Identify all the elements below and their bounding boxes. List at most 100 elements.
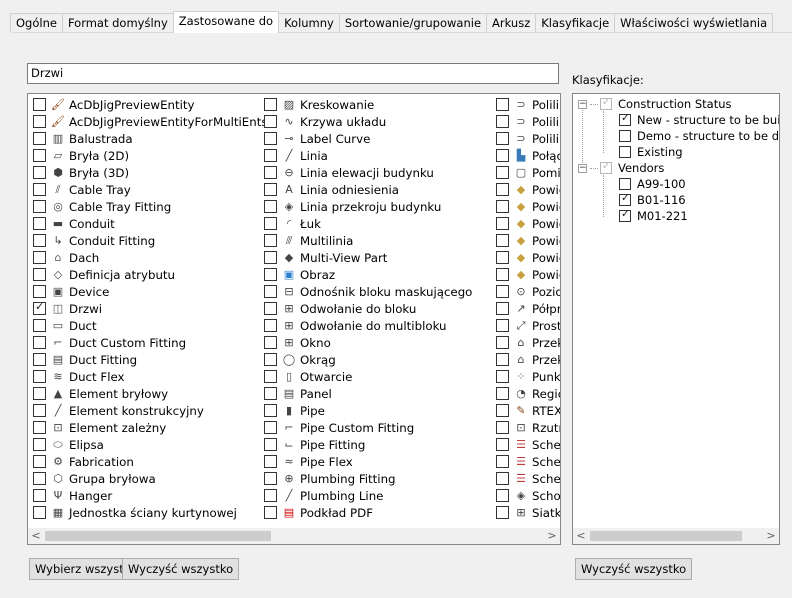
tree-checkbox[interactable] [600, 96, 612, 110]
item-checkbox[interactable] [33, 132, 46, 145]
list-item[interactable]: ◆ Powie [496, 266, 560, 283]
scrollbar-thumb[interactable] [45, 531, 271, 541]
list-item[interactable]: ⬢ Bryła (3D) [33, 164, 129, 181]
search-input[interactable]: Drzwi [27, 63, 559, 84]
scroll-right-icon[interactable]: > [763, 529, 779, 543]
list-item[interactable]: 🖌 AcDbJigPreviewEntity [33, 96, 195, 113]
list-item[interactable]: ◆ Powie [496, 181, 560, 198]
item-checkbox[interactable] [496, 336, 509, 349]
item-checkbox[interactable] [33, 336, 46, 349]
tree-group[interactable]: − Vendors [578, 160, 664, 176]
tree-horizontal-scrollbar[interactable]: < > [573, 528, 779, 544]
list-item[interactable]: ▨ Kreskowanie [264, 96, 374, 113]
item-checkbox[interactable] [33, 438, 46, 451]
item-checkbox[interactable] [496, 132, 509, 145]
tree-checkbox[interactable] [619, 192, 631, 206]
item-checkbox[interactable] [33, 166, 46, 179]
item-checkbox[interactable] [33, 404, 46, 417]
list-item[interactable]: ▱ Bryła (2D) [33, 147, 129, 164]
item-checkbox[interactable] [33, 115, 46, 128]
item-checkbox[interactable] [496, 370, 509, 383]
list-item[interactable]: ⬡ Grupa bryłowa [33, 470, 156, 487]
list-item[interactable]: ▣ Obraz [264, 266, 335, 283]
item-checkbox[interactable] [496, 115, 509, 128]
item-checkbox[interactable] [264, 353, 277, 366]
list-item[interactable]: ╱ Linia [264, 147, 328, 164]
list-item[interactable]: ⊃ Polilin [496, 96, 560, 113]
tree-item[interactable]: B01-116 [619, 192, 686, 208]
list-item[interactable]: A Linia odniesienia [264, 181, 399, 198]
item-checkbox[interactable] [264, 472, 277, 485]
clear-all-button[interactable]: Wyczyść wszystko [122, 558, 240, 580]
tab-4[interactable]: Sortowanie/grupowanie [338, 13, 488, 33]
item-checkbox[interactable] [264, 489, 277, 502]
item-checkbox[interactable] [264, 251, 277, 264]
item-checkbox[interactable] [496, 319, 509, 332]
item-checkbox[interactable] [264, 115, 277, 128]
list-item[interactable]: ⌂ Przek [496, 351, 560, 368]
tab-6[interactable]: Klasyfikacje [535, 13, 616, 33]
item-checkbox[interactable] [496, 149, 509, 162]
item-checkbox[interactable] [496, 200, 509, 213]
collapse-icon[interactable]: − [578, 99, 587, 109]
list-item[interactable]: ◈ Schoo [496, 487, 560, 504]
item-checkbox[interactable] [496, 455, 509, 468]
item-checkbox[interactable] [264, 319, 277, 332]
item-checkbox[interactable] [496, 285, 509, 298]
tree-item[interactable]: Demo - structure to be demolis [619, 128, 779, 144]
list-item[interactable]: ▙ Połąc [496, 147, 560, 164]
item-checkbox[interactable] [496, 438, 509, 451]
list-item[interactable]: ⊙ Pozio [496, 283, 560, 300]
list-item[interactable]: ∿ Krzywa układu [264, 113, 386, 130]
list-item[interactable]: ⌂ Dach [33, 249, 99, 266]
list-item[interactable]: ⌐ Duct Custom Fitting [33, 334, 186, 351]
item-checkbox[interactable] [33, 506, 46, 519]
item-checkbox[interactable] [496, 489, 509, 502]
list-item[interactable]: ⚙ Fabrication [33, 453, 134, 470]
list-item[interactable]: ◆ Powie [496, 198, 560, 215]
list-item[interactable]: ⊃ Polilin [496, 130, 560, 147]
item-checkbox[interactable] [264, 183, 277, 196]
tree-group[interactable]: − Construction Status [578, 96, 732, 112]
list-item[interactable]: ▮ Pipe [264, 402, 325, 419]
item-checkbox[interactable] [33, 251, 46, 264]
list-item[interactable]: ◎ Cable Tray Fitting [33, 198, 171, 215]
item-checkbox[interactable] [264, 268, 277, 281]
item-checkbox[interactable] [496, 421, 509, 434]
item-checkbox[interactable] [33, 472, 46, 485]
list-item[interactable]: ↳ Conduit Fitting [33, 232, 155, 249]
item-checkbox[interactable] [264, 438, 277, 451]
item-checkbox[interactable] [264, 285, 277, 298]
list-item[interactable]: ⊡ Element zależny [33, 419, 166, 436]
list-item[interactable]: ☰ Scher [496, 436, 560, 453]
tab-3[interactable]: Kolumny [278, 13, 340, 33]
list-item[interactable]: ◇ Definicja atrybutu [33, 266, 175, 283]
item-checkbox[interactable] [496, 251, 509, 264]
list-item[interactable]: ▣ Device [33, 283, 109, 300]
list-item[interactable]: ⫻ Multilinia [264, 232, 353, 249]
tab-0[interactable]: Ogólne [10, 13, 63, 33]
item-checkbox[interactable] [264, 132, 277, 145]
list-item[interactable]: ⊡ Rzutn [496, 419, 560, 436]
classification-tree[interactable]: − Construction Status New - structure to b… [572, 93, 780, 545]
list-item[interactable]: ◆ Powie [496, 215, 560, 232]
list-item[interactable]: ⫽ Cable Tray [33, 181, 131, 198]
tree-checkbox[interactable] [619, 208, 631, 222]
list-item[interactable]: Ψ Hanger [33, 487, 112, 504]
list-item[interactable]: ⌂ Przek [496, 334, 560, 351]
scroll-right-icon[interactable]: > [544, 529, 560, 543]
item-checkbox[interactable] [264, 98, 277, 111]
item-checkbox[interactable] [496, 404, 509, 417]
item-checkbox[interactable] [264, 387, 277, 400]
item-checkbox[interactable] [496, 268, 509, 281]
item-checkbox[interactable] [264, 370, 277, 383]
item-checkbox[interactable] [264, 149, 277, 162]
list-item[interactable]: ⊞ Okno [264, 334, 331, 351]
item-checkbox[interactable] [33, 319, 46, 332]
list-item[interactable]: ⊖ Linia elewacji budynku [264, 164, 434, 181]
item-checkbox[interactable] [496, 234, 509, 247]
list-item[interactable]: ╱ Element konstrukcyjny [33, 402, 204, 419]
item-checkbox[interactable] [33, 387, 46, 400]
tab-5[interactable]: Arkusz [486, 13, 537, 33]
list-item[interactable]: ☰ Scher [496, 453, 560, 470]
